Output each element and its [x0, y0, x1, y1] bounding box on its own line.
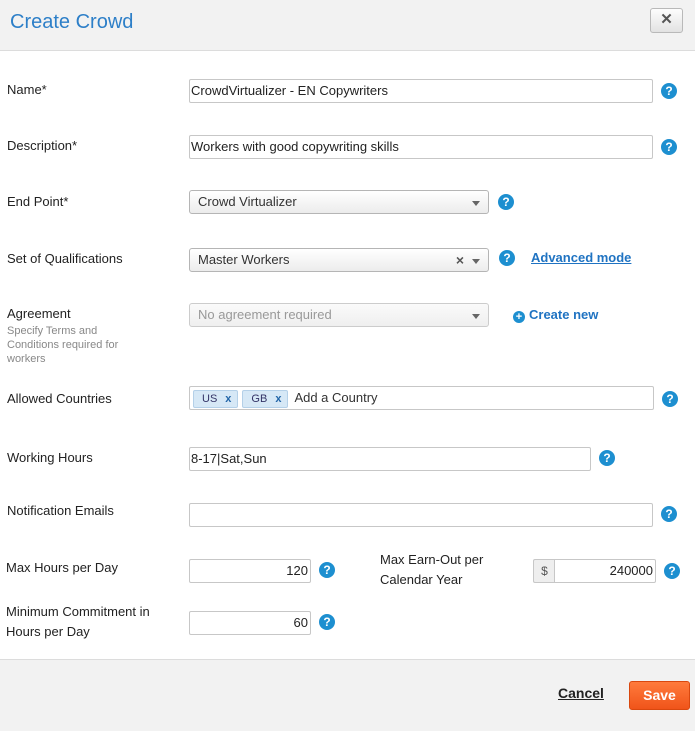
help-icon[interactable]: ? [319, 562, 335, 578]
create-new-link[interactable]: + Create new [513, 307, 598, 323]
clear-icon[interactable]: × [456, 249, 464, 271]
end-point-label: End Point* [7, 194, 69, 209]
country-tag-us: US x [193, 390, 239, 408]
remove-tag-icon[interactable]: x [275, 393, 281, 405]
close-button[interactable]: ✕ [650, 8, 683, 33]
help-icon[interactable]: ? [499, 250, 515, 266]
min-commitment-label: Minimum Commitment in Hours per Day [6, 604, 150, 639]
country-tag-label: US [202, 393, 218, 405]
max-earn-label: Max Earn-Out per Calendar Year [380, 552, 484, 587]
description-input[interactable]: Workers with good copywriting skills [189, 135, 653, 159]
help-icon[interactable]: ? [661, 506, 677, 522]
min-commitment-input[interactable]: 60 [189, 611, 311, 635]
help-icon[interactable]: ? [319, 614, 335, 630]
allowed-countries-label: Allowed Countries [7, 391, 112, 406]
dialog-title: Create Crowd [10, 11, 134, 33]
help-icon[interactable]: ? [661, 139, 677, 155]
name-label: Name* [7, 82, 47, 97]
agreement-value: No agreement required [198, 307, 332, 322]
add-country-placeholder[interactable]: Add a Country [294, 387, 377, 409]
name-input[interactable]: CrowdVirtualizer - EN Copywriters [189, 79, 653, 103]
currency-addon: $ [533, 559, 555, 583]
qualifications-value: Master Workers [198, 252, 290, 267]
working-hours-label: Working Hours [7, 450, 93, 465]
end-point-value: Crowd Virtualizer [198, 194, 297, 209]
country-tag-label: GB [251, 393, 268, 405]
qualifications-select[interactable]: Master Workers × [189, 248, 489, 272]
country-tag-gb: GB x [242, 390, 289, 408]
dialog-header: Create Crowd ✕ [0, 0, 695, 51]
create-new-label: Create new [529, 307, 599, 322]
notification-emails-label: Notification Emails [7, 503, 114, 518]
max-hours-label: Max Hours per Day [6, 560, 118, 575]
description-label: Description* [7, 138, 78, 153]
help-icon[interactable]: ? [661, 83, 677, 99]
agreement-select[interactable]: No agreement required [189, 303, 489, 327]
remove-tag-icon[interactable]: x [225, 393, 231, 405]
help-icon[interactable]: ? [599, 450, 615, 466]
chevron-down-icon [472, 314, 480, 319]
chevron-down-icon [472, 201, 480, 206]
end-point-select[interactable]: Crowd Virtualizer [189, 190, 489, 214]
qualifications-label: Set of Qualifications [7, 251, 123, 266]
notification-emails-input[interactable] [189, 503, 653, 527]
cancel-button[interactable]: Cancel [558, 685, 604, 701]
help-icon[interactable]: ? [498, 194, 514, 210]
agreement-sublabel: Specify Terms and Conditions required fo… [7, 325, 119, 365]
max-hours-input[interactable]: 120 [189, 559, 311, 583]
save-button[interactable]: Save [629, 681, 690, 710]
working-hours-input[interactable]: 8-17|Sat,Sun [189, 447, 591, 471]
chevron-down-icon [472, 259, 480, 264]
plus-icon: + [513, 311, 525, 323]
help-icon[interactable]: ? [662, 391, 678, 407]
advanced-mode-link[interactable]: Advanced mode [531, 250, 631, 265]
max-earn-input[interactable]: 240000 [554, 559, 656, 583]
help-icon[interactable]: ? [664, 563, 680, 579]
countries-input[interactable]: US x GB x Add a Country [189, 386, 654, 410]
agreement-label: Agreement [7, 306, 71, 321]
